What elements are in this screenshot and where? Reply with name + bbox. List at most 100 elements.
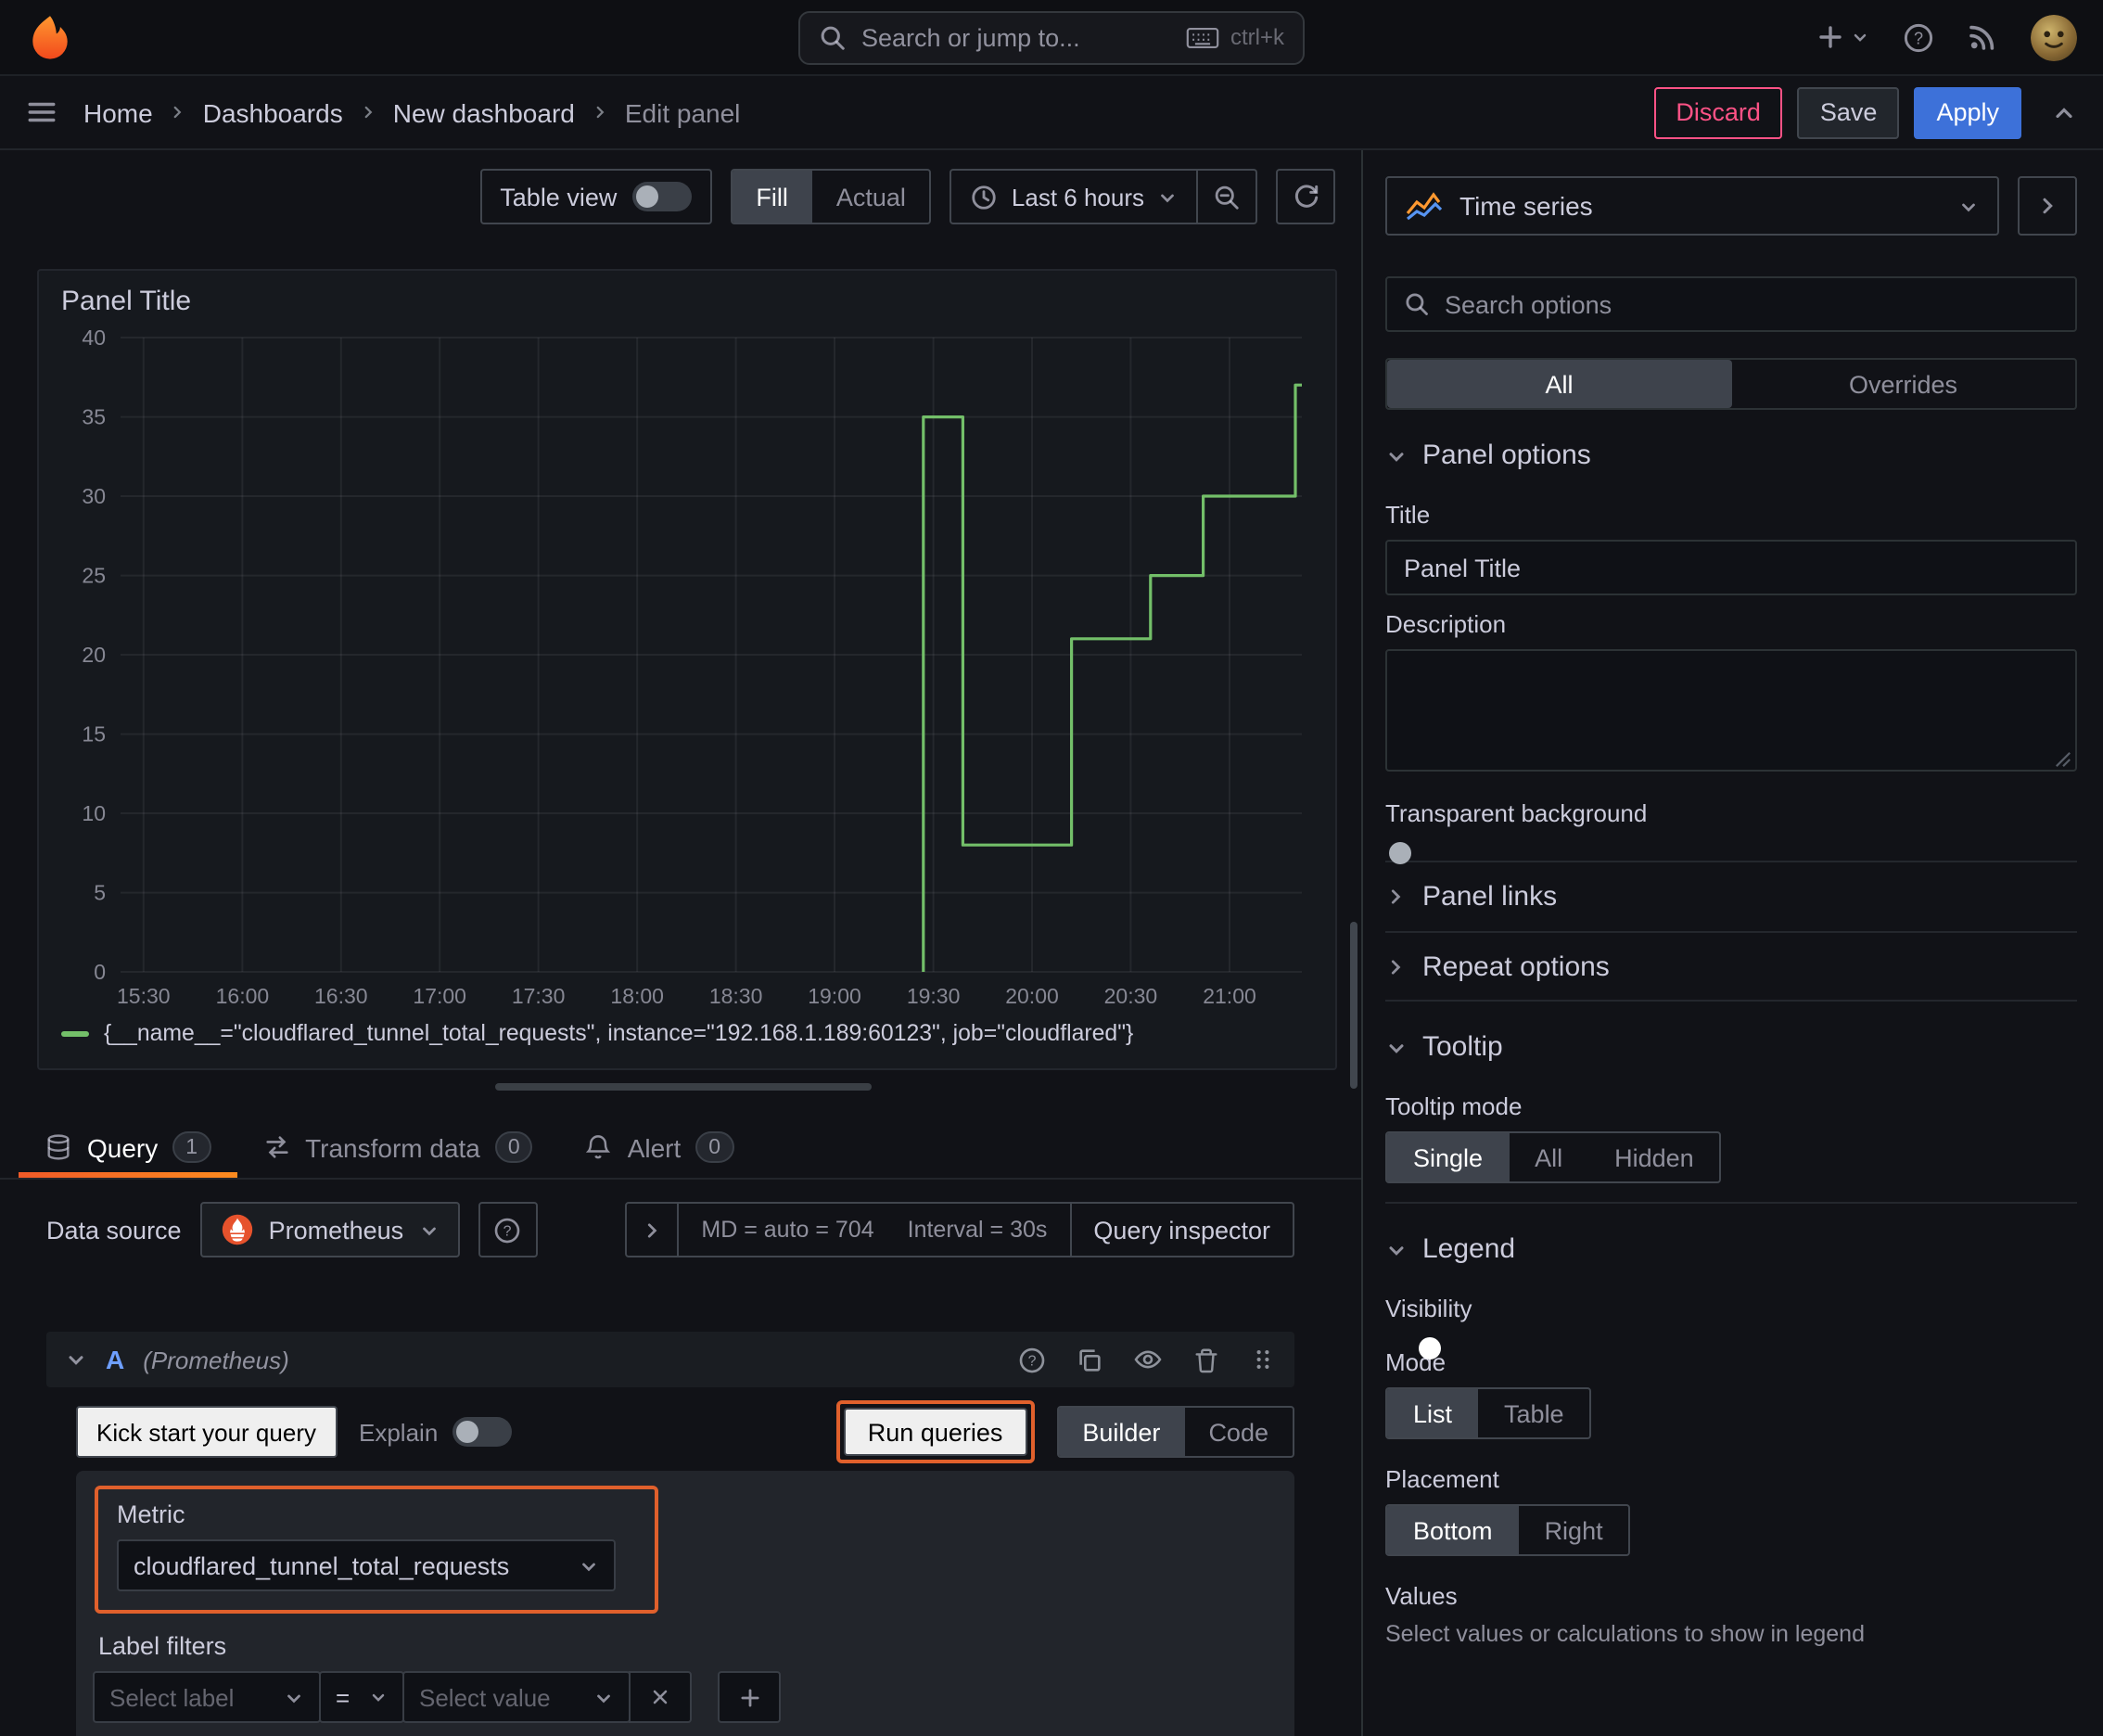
query-row-actions: ? [1018,1345,1276,1374]
breadcrumb-home[interactable]: Home [83,97,153,127]
chevron-down-icon [418,1219,439,1240]
tab-transform-data[interactable]: Transform data 0 [236,1117,559,1178]
search-options-box[interactable] [1385,276,2077,332]
legend-list-option[interactable]: List [1387,1389,1479,1437]
tab-alert[interactable]: Alert 0 [559,1117,759,1178]
collapsed-subsections: Panel links Repeat options [1385,861,2077,1002]
run-queries-button[interactable]: Run queries [843,1408,1027,1456]
svg-text:15: 15 [82,722,106,747]
tooltip-single-option[interactable]: Single [1387,1133,1510,1181]
legend-swatch [61,1030,89,1036]
tab-overrides[interactable]: Overrides [1731,360,2075,408]
tooltip-section: Tooltip Tooltip mode Single All Hidden [1385,1002,2077,1183]
tab-all[interactable]: All [1387,360,1731,408]
add-filter-button[interactable] [718,1671,781,1723]
query-options-expand-button[interactable] [627,1204,680,1256]
breadcrumb-new-dashboard[interactable]: New dashboard [393,97,575,127]
panel-title-input[interactable] [1385,540,2077,595]
news-rss-icon[interactable] [1968,22,1997,52]
operator-dropdown[interactable]: = [319,1671,404,1723]
breadcrumb: Home Dashboards New dashboard Edit panel [83,97,740,127]
datasource-help-button[interactable]: ? [478,1202,538,1257]
tooltip-hidden-option[interactable]: Hidden [1588,1133,1720,1181]
query-inspector-button[interactable]: Query inspector [1069,1204,1293,1256]
remove-filter-button[interactable] [629,1671,692,1723]
run-queries-highlight: Run queries [835,1400,1035,1463]
save-button[interactable]: Save [1797,86,1900,138]
help-icon[interactable]: ? [1018,1346,1046,1373]
zoom-out-button[interactable] [1198,169,1257,224]
builder-mode-option[interactable]: Builder [1058,1408,1185,1456]
help-icon[interactable]: ? [1903,21,1934,53]
metric-highlight: Metric cloudflared_tunnel_total_requests [95,1486,658,1614]
keyboard-icon [1186,25,1219,49]
main-area: Table view Fill Actual Last 6 hours Pane… [0,150,1361,1736]
search-options-input[interactable] [1445,290,2058,318]
svg-text:35: 35 [82,405,106,429]
select-value-dropdown[interactable]: Select value [402,1671,631,1723]
placement-bottom-option[interactable]: Bottom [1387,1506,1519,1554]
datasource-picker[interactable]: Prometheus [199,1202,460,1257]
legend-series-name[interactable]: {__name__="cloudflared_tunnel_total_requ… [104,1020,1133,1046]
tooltip-header[interactable]: Tooltip [1385,1002,2077,1078]
breadcrumb-edit-panel: Edit panel [624,97,741,127]
collapse-pane-button[interactable] [2018,176,2077,236]
table-view-toggle-group[interactable]: Table view [479,169,712,224]
legend-table-option[interactable]: Table [1478,1389,1590,1437]
repeat-options-row[interactable]: Repeat options [1385,931,2077,1002]
zoom-out-icon [1213,183,1241,211]
description-textarea[interactable] [1385,649,2077,772]
tooltip-all-option[interactable]: All [1509,1133,1588,1181]
label-filter-row: Select label = Select value [93,1671,1276,1723]
main-scrollbar[interactable] [1350,922,1357,1089]
resize-grip-icon[interactable] [2055,751,2071,768]
placement-right-option[interactable]: Right [1519,1506,1629,1554]
chevron-right-icon [592,104,608,121]
drag-handle-icon[interactable] [1250,1347,1276,1372]
svg-text:18:30: 18:30 [709,984,763,1008]
duplicate-icon[interactable] [1076,1346,1103,1373]
visualization-picker[interactable]: Time series [1385,176,1999,236]
time-range-button[interactable]: Last 6 hours [950,169,1198,224]
chevron-down-icon[interactable] [65,1348,87,1371]
select-label-dropdown[interactable]: Select label [93,1671,321,1723]
eye-icon[interactable] [1133,1345,1163,1374]
explain-toggle-group: Explain [359,1417,513,1447]
query-row-header[interactable]: A (Prometheus) ? [46,1332,1294,1387]
svg-text:0: 0 [94,960,106,984]
display-mode-group: Fill Actual [730,169,932,224]
code-mode-option[interactable]: Code [1184,1408,1293,1456]
apply-button[interactable]: Apply [1914,86,2021,138]
query-datasource-type: (Prometheus) [143,1346,289,1373]
help-icon: ? [493,1216,521,1244]
table-view-toggle[interactable] [631,182,692,211]
visibility-label: Visibility [1385,1295,1472,1322]
trash-icon[interactable] [1192,1346,1220,1373]
fill-option[interactable]: Fill [732,171,812,223]
panel-edit-actions: Discard Save Apply [1653,86,2077,138]
new-menu-button[interactable] [1816,22,1869,52]
grafana-logo-icon[interactable] [26,13,74,61]
global-search-box[interactable]: Search or jump to... ctrl+k [798,10,1305,64]
menu-icon[interactable] [26,96,57,128]
metric-select[interactable]: cloudflared_tunnel_total_requests [117,1539,616,1591]
breadcrumb-dashboards[interactable]: Dashboards [203,97,343,127]
panel-links-row[interactable]: Panel links [1385,861,2077,931]
kick-start-button[interactable]: Kick start your query [76,1406,337,1458]
resize-handle[interactable] [495,1083,872,1091]
legend-header[interactable]: Legend [1385,1204,2077,1280]
explain-toggle[interactable] [452,1417,513,1447]
metric-label: Metric [117,1500,185,1528]
description-label: Description [1385,610,1507,638]
user-avatar[interactable] [2031,14,2077,60]
refresh-button[interactable] [1276,169,1335,224]
panel-options-header[interactable]: Panel options [1385,410,2077,486]
time-series-chart[interactable]: 0 5 10 15 20 25 30 35 40 15:30 16:00 16:30 17:00 17:3… [61,326,1313,1013]
refresh-icon [1292,183,1319,211]
actual-option[interactable]: Actual [812,171,930,223]
search-icon [1404,291,1430,317]
chevron-up-icon[interactable] [2051,99,2077,125]
tab-query[interactable]: Query 1 [19,1117,236,1178]
explain-label: Explain [359,1418,439,1446]
discard-button[interactable]: Discard [1653,86,1783,138]
